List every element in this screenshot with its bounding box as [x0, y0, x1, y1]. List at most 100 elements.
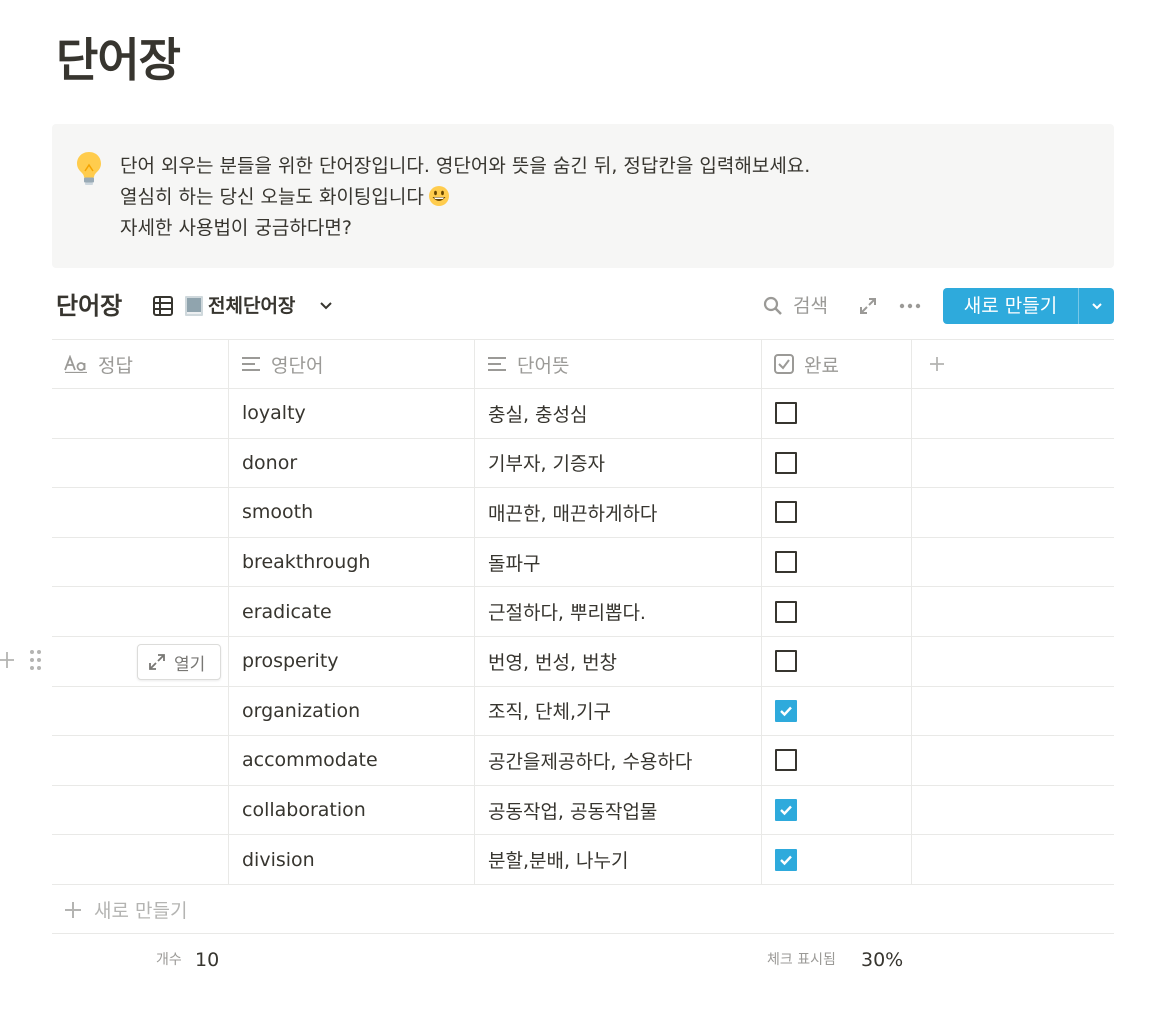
- cell-meaning[interactable]: 조직, 단체,기구: [475, 686, 762, 736]
- cell-answer[interactable]: [52, 736, 229, 785]
- count-label[interactable]: 개수: [156, 950, 182, 970]
- checkmark-icon: [780, 805, 792, 816]
- cell-answer[interactable]: [52, 785, 229, 835]
- add-column-button[interactable]: [912, 340, 1114, 388]
- table-row[interactable]: smooth 매끈한, 매끈하게하다: [52, 488, 1114, 538]
- cell-answer[interactable]: [52, 587, 229, 636]
- open-row-button[interactable]: 열기: [137, 644, 221, 680]
- table-row[interactable]: loyalty 충실, 충성심: [52, 389, 1114, 439]
- new-button-dropdown[interactable]: [1079, 288, 1114, 324]
- cell-meaning[interactable]: 근절하다, 뿌리뽑다.: [475, 587, 762, 636]
- checkbox-checked[interactable]: [775, 799, 797, 822]
- checkbox-unchecked[interactable]: [775, 650, 797, 673]
- cell-word[interactable]: breakthrough: [229, 537, 475, 587]
- cell-word[interactable]: eradicate: [229, 587, 475, 636]
- cell-meaning[interactable]: 공간을제공하다, 수용하다: [475, 736, 762, 785]
- cell-meaning[interactable]: 돌파구: [475, 537, 762, 587]
- cell-empty[interactable]: [912, 439, 1114, 488]
- cell-answer[interactable]: [52, 835, 229, 884]
- cell-word[interactable]: prosperity: [229, 637, 475, 686]
- checkbox-unchecked[interactable]: [775, 402, 797, 425]
- database-title[interactable]: 단어장: [56, 289, 122, 323]
- chevron-down-icon[interactable]: [318, 297, 334, 313]
- checkbox-unchecked[interactable]: [775, 600, 797, 623]
- search-icon[interactable]: [763, 296, 783, 316]
- count-value[interactable]: 10: [195, 947, 219, 973]
- column-header-meaning[interactable]: 단어뜻: [475, 340, 762, 388]
- drag-handle-icon[interactable]: [0, 648, 44, 672]
- table-row[interactable]: division 분할,분배, 나누기: [52, 835, 1114, 885]
- cell-done[interactable]: [762, 389, 912, 438]
- cell-done[interactable]: [762, 785, 912, 835]
- cell-meaning-text: 공동작업, 공동작업물: [488, 800, 658, 823]
- checked-label[interactable]: 체크 표시됨: [767, 950, 836, 970]
- cell-meaning[interactable]: 매끈한, 매끈하게하다: [475, 488, 762, 537]
- lightbulb-icon[interactable]: [74, 150, 104, 186]
- column-header-answer[interactable]: 정답: [52, 340, 229, 388]
- cell-done[interactable]: [762, 537, 912, 587]
- plus-icon: [65, 901, 81, 918]
- cell-answer[interactable]: [52, 389, 229, 438]
- column-header-done[interactable]: 완료: [762, 340, 912, 388]
- checkbox-unchecked[interactable]: [775, 749, 797, 772]
- column-header-word[interactable]: 영단어: [229, 340, 475, 388]
- cell-empty[interactable]: [912, 538, 1114, 587]
- table-row[interactable]: collaboration 공동작업, 공동작업물: [52, 785, 1114, 836]
- cell-done[interactable]: [762, 686, 912, 736]
- cell-meaning[interactable]: 분할,분배, 나누기: [475, 835, 762, 884]
- cell-empty[interactable]: [912, 488, 1114, 537]
- new-button[interactable]: 새로 만들기: [943, 288, 1114, 324]
- cell-word[interactable]: collaboration: [229, 785, 475, 835]
- cell-meaning[interactable]: 번영, 번성, 번창: [475, 637, 762, 686]
- cell-empty[interactable]: [912, 587, 1114, 636]
- cell-done[interactable]: [762, 438, 912, 488]
- cell-word[interactable]: donor: [229, 438, 475, 488]
- table-row[interactable]: accommodate 공간을제공하다, 수용하다: [52, 736, 1114, 786]
- expand-icon[interactable]: [858, 296, 878, 316]
- cell-meaning[interactable]: 공동작업, 공동작업물: [475, 785, 762, 835]
- view-name[interactable]: 전체단어장: [208, 293, 295, 319]
- table-row[interactable]: organization 조직, 단체,기구: [52, 686, 1114, 737]
- search-button[interactable]: 검색: [793, 293, 828, 319]
- callout-text: 단어 외우는 분들을 위한 단어장입니다. 영단어와 뜻을 숨긴 뒤, 정답칸을…: [120, 151, 810, 244]
- cell-done[interactable]: [762, 587, 912, 636]
- cell-empty[interactable]: [912, 637, 1114, 686]
- checked-value[interactable]: 30%: [861, 947, 903, 973]
- cell-answer[interactable]: [52, 438, 229, 488]
- checkbox-unchecked[interactable]: [775, 501, 797, 524]
- cell-empty[interactable]: [912, 389, 1114, 438]
- cell-empty[interactable]: [912, 786, 1114, 835]
- cell-empty[interactable]: [912, 736, 1114, 785]
- cell-answer[interactable]: [52, 537, 229, 587]
- checkbox-checked[interactable]: [775, 848, 797, 871]
- cell-answer[interactable]: [52, 488, 229, 537]
- cell-done[interactable]: [762, 488, 912, 537]
- cell-done[interactable]: [762, 835, 912, 884]
- cell-done[interactable]: [762, 736, 912, 785]
- cell-answer[interactable]: [52, 686, 229, 736]
- cell-word[interactable]: smooth: [229, 488, 475, 537]
- checkbox-unchecked[interactable]: [775, 551, 797, 574]
- cell-meaning[interactable]: 충실, 충성심: [475, 389, 762, 438]
- checkbox-checked[interactable]: [775, 699, 797, 722]
- new-button-label[interactable]: 새로 만들기: [943, 288, 1079, 324]
- table-row[interactable]: eradicate 근절하다, 뿌리뽑다.: [52, 587, 1114, 637]
- table-row[interactable]: prosperity 번영, 번성, 번창 열기: [52, 637, 1114, 687]
- cell-meaning[interactable]: 기부자, 기증자: [475, 438, 762, 488]
- cell-word[interactable]: accommodate: [229, 736, 475, 785]
- cell-empty[interactable]: [912, 835, 1114, 884]
- plus-icon: [930, 357, 944, 371]
- cell-word[interactable]: loyalty: [229, 389, 475, 438]
- table-row[interactable]: breakthrough 돌파구: [52, 537, 1114, 588]
- page-title[interactable]: 단어장: [56, 28, 181, 92]
- table-row[interactable]: donor 기부자, 기증자: [52, 438, 1114, 489]
- more-options-icon[interactable]: [898, 296, 922, 316]
- table-view-icon[interactable]: [152, 295, 174, 317]
- cell-empty[interactable]: [912, 687, 1114, 736]
- add-row-button[interactable]: 새로 만들기: [52, 886, 1114, 934]
- callout-line-3[interactable]: 자세한 사용법이 궁금하다면?: [120, 213, 810, 244]
- checkbox-unchecked[interactable]: [775, 451, 797, 474]
- cell-word[interactable]: organization: [229, 686, 475, 736]
- cell-done[interactable]: [762, 637, 912, 686]
- cell-word[interactable]: division: [229, 835, 475, 884]
